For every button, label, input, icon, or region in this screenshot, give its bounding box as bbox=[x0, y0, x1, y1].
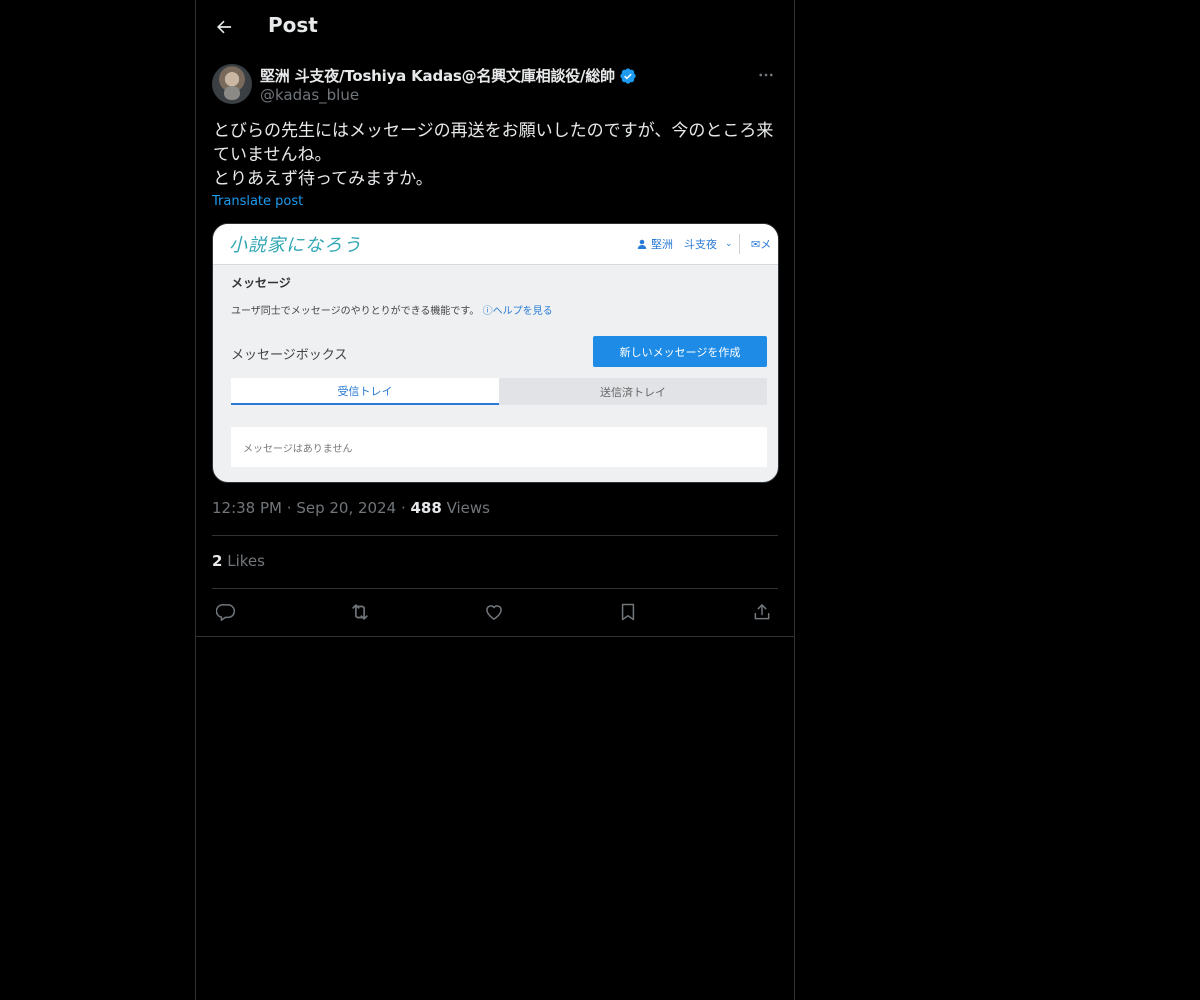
back-arrow-icon bbox=[214, 17, 234, 37]
views-count: 488 bbox=[410, 499, 442, 517]
post-text: とびらの先生にはメッセージの再送をお願いしたのですが、今のところ来ていませんね。… bbox=[213, 121, 774, 189]
media-heading: メッセージ bbox=[231, 276, 291, 290]
back-button[interactable] bbox=[210, 13, 238, 41]
post-meta: 12:38 PM · Sep 20, 2024 · 488 Views bbox=[212, 499, 490, 517]
media-tab-sent: 送信済トレイ bbox=[499, 378, 767, 405]
display-name[interactable]: 堅洲 斗支夜/Toshiya Kadas@名興文庫相談役/総帥 bbox=[260, 65, 615, 86]
media-user: 堅洲 斗支夜 ⌄ bbox=[637, 236, 733, 252]
reply-icon bbox=[216, 602, 236, 622]
display-name-row[interactable]: 堅洲 斗支夜/Toshiya Kadas@名興文庫相談役/総帥 bbox=[260, 65, 637, 86]
more-button[interactable] bbox=[754, 64, 778, 86]
media-mail: ✉メ bbox=[751, 236, 771, 252]
media-tabs: 受信トレイ 送信済トレイ bbox=[231, 378, 767, 405]
user-icon bbox=[637, 239, 647, 249]
page-title: Post bbox=[268, 13, 318, 37]
media-box-title: メッセージボックス bbox=[231, 348, 348, 363]
media-logo: 小説家になろう bbox=[229, 235, 362, 256]
handle[interactable]: @kadas_blue bbox=[260, 86, 359, 104]
like-button[interactable] bbox=[480, 598, 508, 626]
divider bbox=[212, 535, 778, 536]
verified-badge-icon bbox=[619, 67, 637, 85]
post-time[interactable]: 12:38 PM bbox=[212, 499, 282, 517]
chevron-down-icon: ⌄ bbox=[725, 239, 733, 249]
action-bar bbox=[212, 598, 778, 626]
like-icon bbox=[484, 602, 504, 622]
media-user-name: 堅洲 斗支夜 bbox=[651, 238, 717, 251]
media-separator bbox=[739, 234, 740, 254]
views-label: Views bbox=[446, 499, 490, 517]
likes-count: 2 bbox=[212, 552, 223, 570]
divider bbox=[212, 588, 778, 589]
more-icon bbox=[757, 66, 775, 84]
bookmark-icon bbox=[618, 602, 638, 622]
media-tab-inbox: 受信トレイ bbox=[231, 378, 499, 405]
repost-icon bbox=[349, 601, 371, 623]
header: Post bbox=[196, 0, 794, 53]
bookmark-button[interactable] bbox=[614, 598, 642, 626]
media-description: ユーザ同士でメッセージのやりとりができる機能です。 ⓘヘルプを見る bbox=[231, 302, 553, 317]
post-date[interactable]: Sep 20, 2024 bbox=[296, 499, 396, 517]
likes-label: Likes bbox=[227, 552, 265, 570]
post-author: 堅洲 斗支夜/Toshiya Kadas@名興文庫相談役/総帥 @kadas_b… bbox=[212, 64, 778, 108]
mail-icon: ✉ bbox=[751, 238, 761, 251]
post-column: Post 堅洲 斗支夜/Toshiya Kadas@名興文庫相談役/総帥 @ka… bbox=[195, 0, 795, 1000]
reply-button[interactable] bbox=[212, 598, 240, 626]
post-media-image[interactable]: 小説家になろう 堅洲 斗支夜 ⌄ ✉メ メッセージ ユーザ同士でメッセージのやり… bbox=[212, 223, 779, 483]
media-empty-message: メッセージはありません bbox=[231, 427, 767, 467]
likes-link[interactable]: 2 Likes bbox=[212, 552, 265, 570]
meta-separator: · bbox=[286, 499, 297, 517]
media-new-message-button: 新しいメッセージを作成 bbox=[593, 336, 767, 367]
repost-button[interactable] bbox=[346, 598, 374, 626]
help-link-label: ヘルプを見る bbox=[492, 306, 553, 317]
media-description-text: ユーザ同士でメッセージのやりとりができる機能です。 bbox=[231, 306, 480, 317]
post-bottom-border bbox=[196, 636, 794, 637]
share-button[interactable] bbox=[748, 598, 776, 626]
help-link: ⓘヘルプを見る bbox=[483, 306, 553, 317]
share-icon bbox=[752, 602, 772, 622]
translate-post-link[interactable]: Translate post bbox=[212, 194, 303, 209]
avatar[interactable] bbox=[212, 64, 252, 104]
help-icon: ⓘ bbox=[482, 306, 493, 317]
media-topbar: 小説家になろう 堅洲 斗支夜 ⌄ ✉メ bbox=[213, 224, 778, 265]
media-mail-label: メ bbox=[760, 238, 772, 251]
